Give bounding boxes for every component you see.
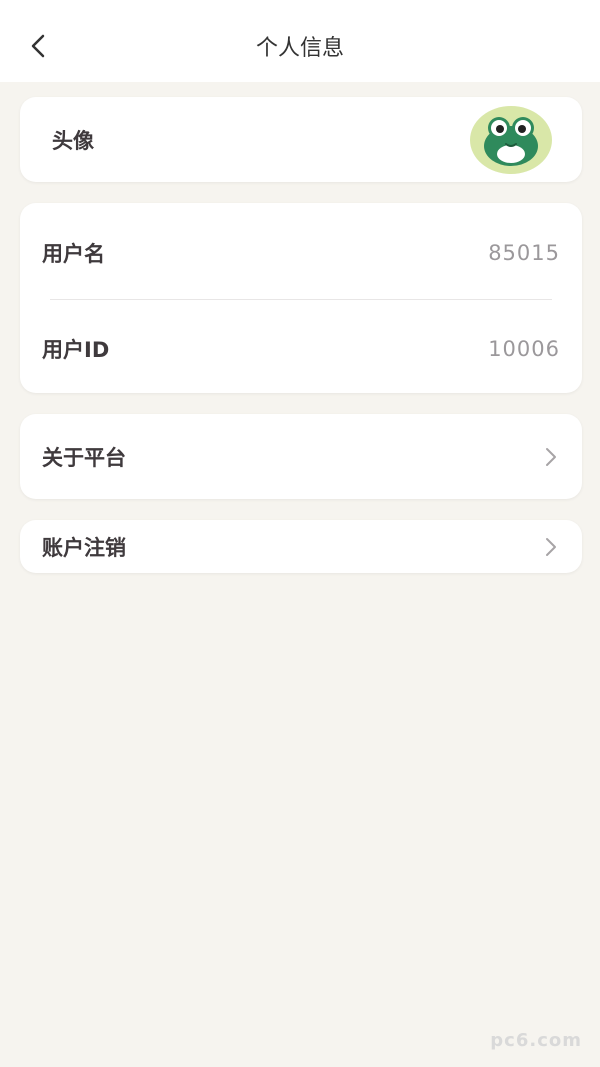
user-id-label: 用户ID (42, 338, 110, 362)
frog-avatar-icon (484, 116, 538, 166)
watermark: pc6.com (490, 1030, 582, 1051)
account-cancel-label: 账户注销 (42, 535, 126, 560)
user-id-row: 用户ID 10006 (20, 301, 582, 397)
avatar[interactable] (470, 105, 552, 174)
avatar-label: 头像 (52, 128, 94, 153)
chevron-right-icon (546, 447, 556, 466)
about-platform-item[interactable]: 关于平台 (20, 414, 582, 499)
account-info-card: 用户名 85015 用户ID 10006 (20, 203, 582, 393)
chevron-right-icon (546, 537, 556, 556)
account-cancel-item[interactable]: 账户注销 (20, 520, 582, 573)
divider (50, 299, 552, 300)
avatar-card[interactable]: 头像 (20, 97, 582, 182)
top-bar: 个人信息 (0, 0, 600, 82)
username-value: 85015 (488, 241, 560, 265)
username-row: 用户名 85015 (20, 203, 582, 303)
about-platform-label: 关于平台 (42, 445, 126, 470)
page-title: 个人信息 (255, 36, 344, 61)
username-label: 用户名 (42, 242, 105, 266)
user-id-value: 10006 (488, 337, 560, 361)
